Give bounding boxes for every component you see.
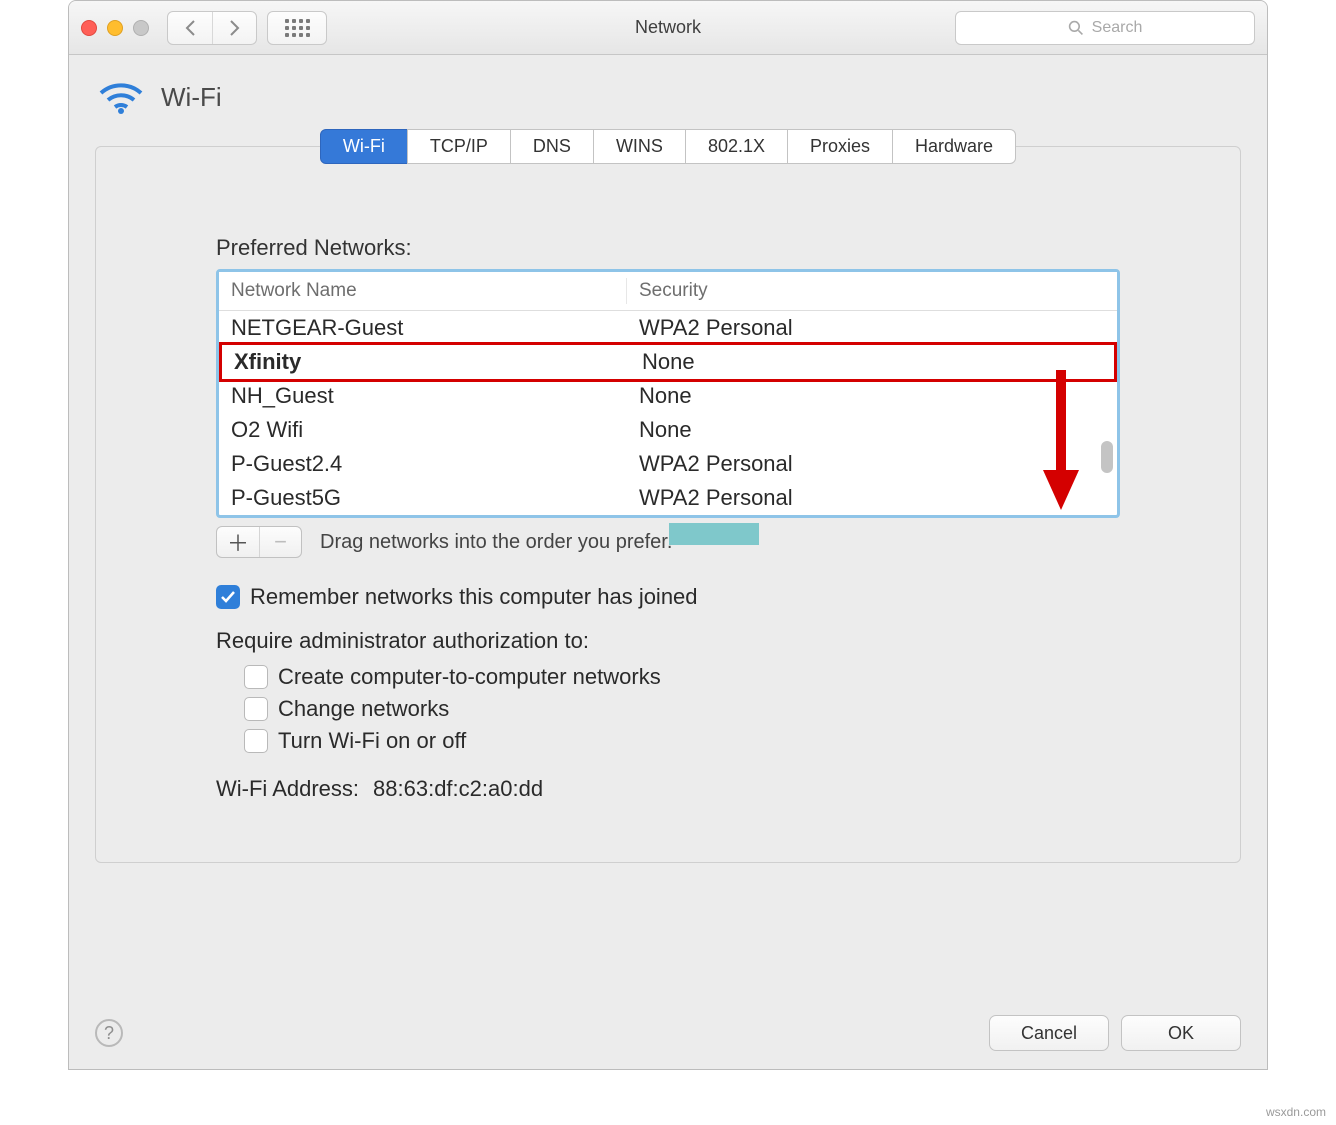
help-button[interactable]: ? [95,1019,123,1047]
cell-security: WPA2 Personal [627,481,1117,515]
wifi-address-value: 88:63:df:c2:a0:dd [373,776,543,802]
minimize-window-button[interactable] [107,20,123,36]
wifi-address-label: Wi-Fi Address: [216,776,359,802]
require-item[interactable]: Change networks [244,696,1120,722]
ok-button[interactable]: OK [1121,1015,1241,1051]
grid-icon [285,19,310,37]
cell-network-name: NETGEAR-Guest [219,311,627,345]
wifi-panel: Preferred Networks: Network Name Securit… [95,146,1241,863]
remember-checkbox[interactable] [216,585,240,609]
scrollbar[interactable] [1099,310,1115,513]
remember-label: Remember networks this computer has join… [250,584,698,610]
image-credit: wsxdn.com [1266,1105,1326,1119]
tab-proxies[interactable]: Proxies [787,129,893,164]
cell-network-name: P-Guest5G [219,481,627,515]
sheet-title: Wi-Fi [161,82,222,113]
sheet-header: Wi-Fi [69,55,1267,129]
back-button[interactable] [168,12,212,44]
titlebar: Network Search [69,1,1267,55]
table-body: NETGEAR-GuestWPA2 PersonalXfinityNoneNH_… [219,311,1117,515]
cell-network-name: Xfinity [222,345,630,379]
require-item-label: Change networks [278,696,449,722]
scrollbar-thumb[interactable] [1101,441,1113,473]
cell-security: None [630,345,1114,379]
tab-wins[interactable]: WINS [593,129,686,164]
dialog-footer: ? Cancel OK [69,1001,1267,1069]
table-actions: ＋ − Drag networks into the order you pre… [216,526,1120,558]
add-network-button[interactable]: ＋ [217,527,259,557]
table-row[interactable]: P-Guest2.4WPA2 Personal [219,447,1117,481]
cell-security: None [627,413,1117,447]
close-window-button[interactable] [81,20,97,36]
traffic-lights [81,20,149,36]
tab-8021x[interactable]: 802.1X [685,129,788,164]
cell-security: WPA2 Personal [627,311,1117,345]
preferred-networks-table[interactable]: Network Name Security NETGEAR-GuestWPA2 … [216,269,1120,518]
table-row[interactable]: NH_GuestNone [219,379,1117,413]
cell-network-name: O2 Wifi [219,413,627,447]
tab-wifi[interactable]: Wi-Fi [320,129,408,164]
require-item[interactable]: Turn Wi-Fi on or off [244,728,1120,754]
chevron-left-icon [184,19,196,37]
wifi-address-row: Wi-Fi Address: 88:63:df:c2:a0:dd [216,776,1120,802]
cell-security: None [627,379,1117,413]
table-row[interactable]: O2 WifiNone [219,413,1117,447]
remove-network-button[interactable]: − [259,527,301,557]
show-all-button[interactable] [267,11,327,45]
require-item[interactable]: Create computer-to-computer networks [244,664,1120,690]
cancel-button[interactable]: Cancel [989,1015,1109,1051]
table-row[interactable]: P-Guest5GWPA2 Personal [219,481,1117,515]
tab-dns[interactable]: DNS [510,129,594,164]
table-row[interactable]: XfinityNone [219,342,1117,382]
require-auth-label: Require administrator authorization to: [216,628,1120,654]
table-header: Network Name Security [219,272,1117,311]
require-checkbox[interactable] [244,665,268,689]
forward-button[interactable] [212,12,256,44]
network-preferences-window: Network Search Wi-Fi Wi-FiTCP/IPDNSWINS8… [68,0,1268,1070]
require-item-label: Create computer-to-computer networks [278,664,661,690]
tab-hardware[interactable]: Hardware [892,129,1016,164]
column-network-name[interactable]: Network Name [219,278,627,304]
chevron-right-icon [229,19,241,37]
nav-back-forward [167,11,257,45]
search-placeholder: Search [1092,19,1143,37]
tab-tcpip[interactable]: TCP/IP [407,129,511,164]
wifi-icon [99,79,143,115]
require-auth-list: Create computer-to-computer networks Chan… [244,664,1120,754]
zoom-window-button[interactable] [133,20,149,36]
checkmark-icon [220,589,236,605]
drag-hint: Drag networks into the order you prefer. [320,531,672,554]
search-field[interactable]: Search [955,11,1255,45]
column-security[interactable]: Security [627,278,1117,304]
remember-row[interactable]: Remember networks this computer has join… [216,584,1120,610]
search-icon [1068,20,1084,36]
require-item-label: Turn Wi-Fi on or off [278,728,466,754]
cell-network-name: P-Guest2.4 [219,447,627,481]
require-checkbox[interactable] [244,729,268,753]
cell-security: WPA2 Personal [627,447,1117,481]
require-checkbox[interactable] [244,697,268,721]
add-remove-stepper: ＋ − [216,526,302,558]
table-row[interactable]: NETGEAR-GuestWPA2 Personal [219,311,1117,345]
cell-network-name: NH_Guest [219,379,627,413]
tab-bar: Wi-FiTCP/IPDNSWINS802.1XProxiesHardware [97,129,1239,164]
preferred-networks-label: Preferred Networks: [216,235,1120,261]
